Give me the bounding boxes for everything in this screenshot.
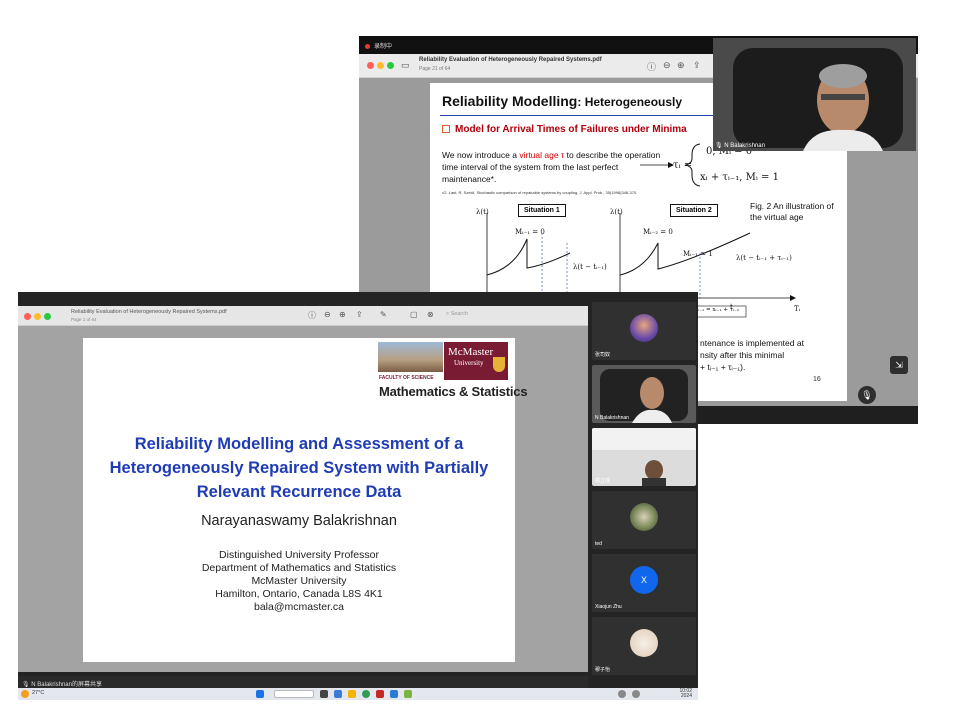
participant-initial-avatar: X bbox=[630, 566, 658, 594]
m-label: Mᵢ₋₂ = 0 bbox=[643, 228, 673, 236]
mic-toggle-icon[interactable]: 🎙 bbox=[858, 386, 876, 404]
window-icon[interactable]: ▢ bbox=[410, 310, 418, 319]
share-icon[interactable]: ⇪ bbox=[356, 310, 363, 319]
sidebar-toggle-icon[interactable]: ▭ bbox=[401, 60, 410, 71]
share-icon[interactable]: ⇪ bbox=[693, 60, 701, 71]
minimize-window-icon[interactable] bbox=[377, 62, 384, 69]
exit-fullscreen-icon[interactable]: ⇲ bbox=[890, 356, 908, 374]
minimize-window-icon[interactable] bbox=[34, 313, 41, 320]
participant-avatar bbox=[630, 314, 658, 342]
m-label: Mᵢ₋₁ = 1 bbox=[683, 250, 713, 258]
task-view-icon[interactable] bbox=[320, 690, 328, 698]
close-window-icon[interactable] bbox=[24, 313, 31, 320]
pdf-content-area: McMaster University FACULTY OF SCIENCE M… bbox=[18, 326, 588, 672]
slide-page-number: 16 bbox=[813, 376, 821, 383]
lambda-axis-label: λ(t) bbox=[476, 208, 489, 216]
meeting-share-window: Reliability Evaluation of Heterogeneousl… bbox=[18, 292, 698, 700]
page-indicator: Page 1 of 64 bbox=[71, 317, 97, 322]
info-icon[interactable]: ⓘ bbox=[647, 60, 656, 73]
screen-share-label: 🎙 N Balakrishnan的屏幕共享 bbox=[18, 676, 588, 688]
presentation-title: Reliability Modelling and Assessment of … bbox=[109, 435, 489, 501]
mcmaster-logo: McMaster University FACULTY OF SCIENCE M… bbox=[378, 342, 528, 402]
document-title: Reliability Evaluation of Heterogeneousl… bbox=[71, 309, 227, 315]
zoom-in-icon[interactable]: ⊕ bbox=[339, 310, 346, 319]
curve-label: λ(t − tᵢ₋₁) bbox=[573, 263, 607, 271]
participant-tile[interactable]: 穆子怡 bbox=[592, 617, 696, 675]
markup-icon[interactable]: ✎ bbox=[380, 310, 387, 319]
participant-avatar bbox=[630, 629, 658, 657]
recording-label: 录制中 bbox=[374, 44, 393, 50]
app-icon[interactable] bbox=[334, 690, 342, 698]
campus-photo bbox=[378, 342, 443, 372]
tau-box-label: ᵢ₋₁ = xᵢ₋₁ + τᵢ₋₂ bbox=[698, 307, 739, 313]
weather-icon[interactable] bbox=[21, 690, 29, 698]
author-name: Narayanaswamy Balakrishnan bbox=[201, 513, 397, 529]
recording-dot-icon bbox=[365, 43, 370, 49]
ti-axis-label: Tᵢ bbox=[794, 305, 801, 313]
zoom-out-icon[interactable]: ⊖ bbox=[663, 60, 671, 71]
sit1-curve bbox=[486, 238, 571, 276]
app-icon[interactable] bbox=[404, 690, 412, 698]
zoom-window-icon[interactable] bbox=[44, 313, 51, 320]
speaker-video-frame bbox=[713, 38, 916, 151]
x-axis-arrow-icon bbox=[790, 295, 796, 301]
info-icon[interactable]: ⓘ bbox=[308, 310, 316, 321]
speaker-name-label: 🎙 N Balakrishnan bbox=[715, 143, 765, 149]
browser-icon[interactable] bbox=[362, 690, 370, 698]
windows-taskbar: 27°C 10:02 2024 bbox=[18, 688, 698, 700]
participant-tile[interactable]: 张司奴 bbox=[592, 302, 696, 360]
lambda-axis-label: λ(t) bbox=[610, 208, 623, 216]
zoom-out-icon[interactable]: ⊖ bbox=[324, 310, 331, 319]
app-icon[interactable] bbox=[390, 690, 398, 698]
department-label: Mathematics & Statistics bbox=[379, 384, 528, 399]
mcmaster-wordmark: McMaster University bbox=[444, 342, 508, 380]
file-explorer-icon[interactable] bbox=[348, 690, 356, 698]
pdf-viewer-titlebar: Reliability Evaluation of Heterogeneousl… bbox=[18, 306, 588, 326]
start-button-icon[interactable] bbox=[256, 690, 264, 698]
curve-label: λ(t − tᵢ₋₁ + τᵢ₋₁) bbox=[736, 254, 792, 262]
m-label: Mᵢ₋₁ = 0 bbox=[515, 228, 545, 236]
participant-tile[interactable]: N Balakrishnan bbox=[592, 365, 696, 423]
zoom-window-icon[interactable] bbox=[387, 62, 394, 69]
document-title: Reliability Evaluation of Heterogeneousl… bbox=[419, 57, 602, 63]
participant-avatar bbox=[630, 503, 658, 531]
faculty-label: FACULTY OF SCIENCE bbox=[379, 375, 434, 381]
participant-gallery: 张司奴 N Balakrishnan 喻立成 ted X Xiaojun Zhu… bbox=[592, 302, 696, 682]
participant-tile[interactable]: ted bbox=[592, 491, 696, 549]
zoom-in-icon[interactable]: ⊕ bbox=[677, 60, 685, 71]
page-indicator: Page 21 of 64 bbox=[419, 66, 451, 72]
close-window-icon[interactable] bbox=[367, 62, 374, 69]
participant-tile[interactable]: 喻立成 bbox=[592, 428, 696, 486]
crest-icon bbox=[493, 357, 505, 372]
figure-caption: Fig. 2 An illustration of the virtual ag… bbox=[750, 201, 834, 222]
mic-icon: 🎙 bbox=[715, 143, 723, 149]
tau-case-2: xᵢ + τᵢ₋₁, Mᵢ = 1 bbox=[700, 172, 779, 183]
slide-bottom-text: ntenance is implemented at nsity after t… bbox=[700, 338, 804, 372]
volume-icon[interactable] bbox=[632, 690, 640, 698]
search-field[interactable]: ⌕ Search bbox=[446, 311, 468, 318]
markup-toolbar-icon[interactable]: ⊗ bbox=[427, 310, 434, 319]
taskbar-clock[interactable]: 10:02 2024 bbox=[679, 689, 692, 699]
app-icon[interactable] bbox=[376, 690, 384, 698]
participant-tile[interactable]: X Xiaojun Zhu bbox=[592, 554, 696, 612]
taskbar-search-box[interactable] bbox=[274, 690, 314, 698]
tau-definition-lhs: τᵢ = bbox=[673, 160, 693, 171]
speaker-video-tile[interactable]: 🎙 N Balakrishnan bbox=[713, 38, 916, 151]
situation-1-label: Situation 1 bbox=[518, 204, 566, 217]
network-icon[interactable] bbox=[618, 690, 626, 698]
situation-2-label: Situation 2 bbox=[670, 204, 718, 217]
author-affiliation: Distinguished University Professor Depar… bbox=[201, 549, 397, 613]
title-slide: McMaster University FACULTY OF SCIENCE M… bbox=[83, 338, 528, 662]
